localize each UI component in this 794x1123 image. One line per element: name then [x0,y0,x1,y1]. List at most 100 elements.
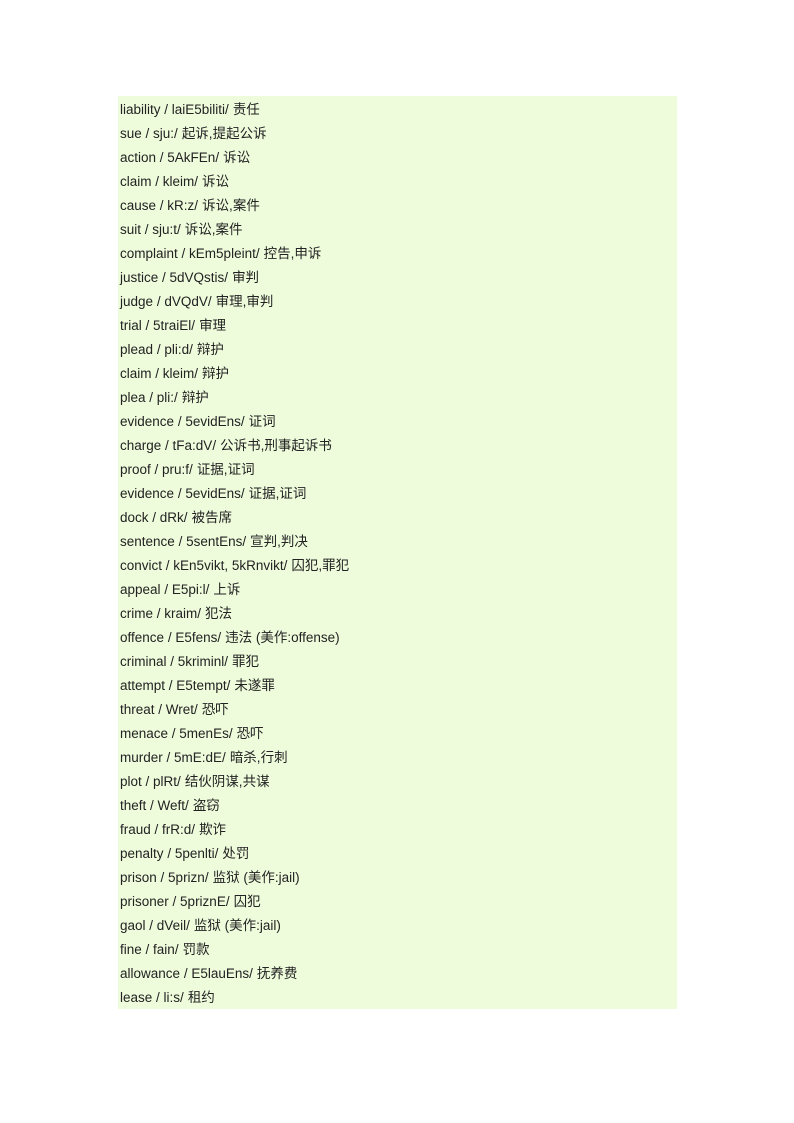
entry-phonetic: / frR:d/ [154,822,196,837]
entry-meaning: 被告席 [191,510,233,525]
entry-meaning: 监狱 (美作:jail) [212,870,300,885]
entry-word: criminal [120,654,167,669]
entry-word: sentence [120,534,175,549]
entry-word: prison [120,870,157,885]
entry-word: claim [120,174,156,189]
vocab-entry: lease / li:s/租约 [118,986,677,1010]
entry-phonetic: / dRk/ [152,510,188,525]
entry-phonetic: / tFa:dV/ [165,438,217,453]
vocab-entry: convict / kEn5vikt, 5kRnvikt/囚犯,罪犯 [118,554,677,578]
vocab-entry: penalty / 5penlti/处罚 [118,842,677,866]
entry-word: proof [120,462,151,477]
entry-phonetic: / E5pi:l/ [164,582,210,597]
entry-phonetic: / kleim/ [155,174,199,189]
entry-phonetic: / kR:z/ [159,198,199,213]
entry-word: prisoner [120,894,169,909]
vocab-entry: action / 5AkFEn/诉讼 [118,146,677,170]
entry-word: sue [120,126,142,141]
entry-word: judge [120,294,154,309]
vocab-entry: theft / Weft/盗窃 [118,794,677,818]
entry-phonetic: / 5evidEns/ [177,486,245,501]
entry-word: evidence [120,414,175,429]
vocab-entry: gaol / dVeil/监狱 (美作:jail) [118,914,677,938]
entry-meaning: 恐吓 [201,702,229,717]
entry-phonetic: / Wret/ [158,702,198,717]
vocab-entry: suit / sju:t/诉讼,案件 [118,218,677,242]
vocab-entry: fraud / frR:d/欺诈 [118,818,677,842]
entry-meaning: 证据,证词 [248,486,307,501]
entry-meaning: 控告,申诉 [263,246,322,261]
entry-meaning: 诉讼 [202,174,230,189]
entry-meaning: 暗杀,行刺 [229,750,288,765]
vocab-entry: allowance / E5lauEns/抚养费 [118,962,677,986]
entry-phonetic: / kEn5vikt, 5kRnvikt/ [165,558,288,573]
entry-word: justice [120,270,159,285]
entry-meaning: 结伙阴谋,共谋 [184,774,270,789]
entry-word: claim [120,366,156,381]
entry-word: plead [120,342,154,357]
vocab-entry: claim / kleim/辩护 [118,362,677,386]
entry-meaning: 审理,审判 [215,294,274,309]
entry-meaning: 辩护 [181,390,209,405]
entry-meaning: 责任 [232,102,260,117]
entry-meaning: 诉讼,案件 [202,198,260,213]
entry-meaning: 辩护 [202,366,230,381]
entry-meaning: 监狱 (美作:jail) [193,918,281,933]
vocab-entry: claim / kleim/诉讼 [118,170,677,194]
entry-meaning: 恐吓 [236,726,264,741]
entry-word: evidence [120,486,175,501]
entry-meaning: 未遂罪 [234,678,275,693]
entry-word: plot [120,774,142,789]
entry-meaning: 犯法 [205,606,233,621]
entry-phonetic: / 5kriminl/ [170,654,229,669]
entry-meaning: 公诉书,刑事起诉书 [220,438,332,453]
entry-meaning: 审判 [232,270,260,285]
entry-phonetic: / E5fens/ [167,630,222,645]
entry-phonetic: / laiE5biliti/ [164,102,229,117]
vocab-entry: trial / 5traiEl/审理 [118,314,677,338]
entry-phonetic: / kEm5pleint/ [181,246,260,261]
entry-phonetic: / sju:/ [145,126,178,141]
entry-phonetic: / Weft/ [150,798,189,813]
vocab-entry: evidence / 5evidEns/证词 [118,410,677,434]
entry-meaning: 囚犯 [233,894,261,909]
entry-word: fraud [120,822,151,837]
entry-word: penalty [120,846,164,861]
entry-word: appeal [120,582,161,597]
vocab-entry: dock / dRk/被告席 [118,506,677,530]
entry-meaning: 审理 [199,318,227,333]
entry-phonetic: / 5prizn/ [160,870,209,885]
vocab-entry: threat / Wret/恐吓 [118,698,677,722]
entry-phonetic: / li:s/ [156,990,184,1005]
entry-meaning: 处罚 [222,846,250,861]
entry-meaning: 欺诈 [199,822,227,837]
entry-word: gaol [120,918,146,933]
entry-meaning: 证据,证词 [196,462,255,477]
vocab-entry: justice / 5dVQstis/审判 [118,266,677,290]
vocab-entry: judge / dVQdV/审理,审判 [118,290,677,314]
entry-word: plea [120,390,146,405]
entry-phonetic: / pru:f/ [154,462,193,477]
entry-meaning: 违法 (美作:offense) [225,630,340,645]
vocab-entry: evidence / 5evidEns/证据,证词 [118,482,677,506]
vocab-entry: offence / E5fens/违法 (美作:offense) [118,626,677,650]
entry-phonetic: / fain/ [145,942,179,957]
entry-word: attempt [120,678,166,693]
entry-phonetic: / 5evidEns/ [177,414,245,429]
entry-meaning: 盗窃 [192,798,220,813]
entry-word: action [120,150,157,165]
entry-word: convict [120,558,163,573]
entry-phonetic: / pli:/ [149,390,178,405]
entry-phonetic: / 5menEs/ [171,726,233,741]
vocab-entry: sentence / 5sentEns/宣判,判决 [118,530,677,554]
vocab-entry: crime / kraim/犯法 [118,602,677,626]
entry-meaning: 诉讼 [223,150,251,165]
vocab-entry: fine / fain/罚款 [118,938,677,962]
entry-word: offence [120,630,165,645]
entry-word: cause [120,198,157,213]
vocab-entry: proof / pru:f/证据,证词 [118,458,677,482]
entry-phonetic: / kleim/ [155,366,199,381]
entry-meaning: 宣判,判决 [250,534,308,549]
entry-meaning: 囚犯,罪犯 [291,558,350,573]
vocab-entry: liability / laiE5biliti/责任 [118,98,677,122]
